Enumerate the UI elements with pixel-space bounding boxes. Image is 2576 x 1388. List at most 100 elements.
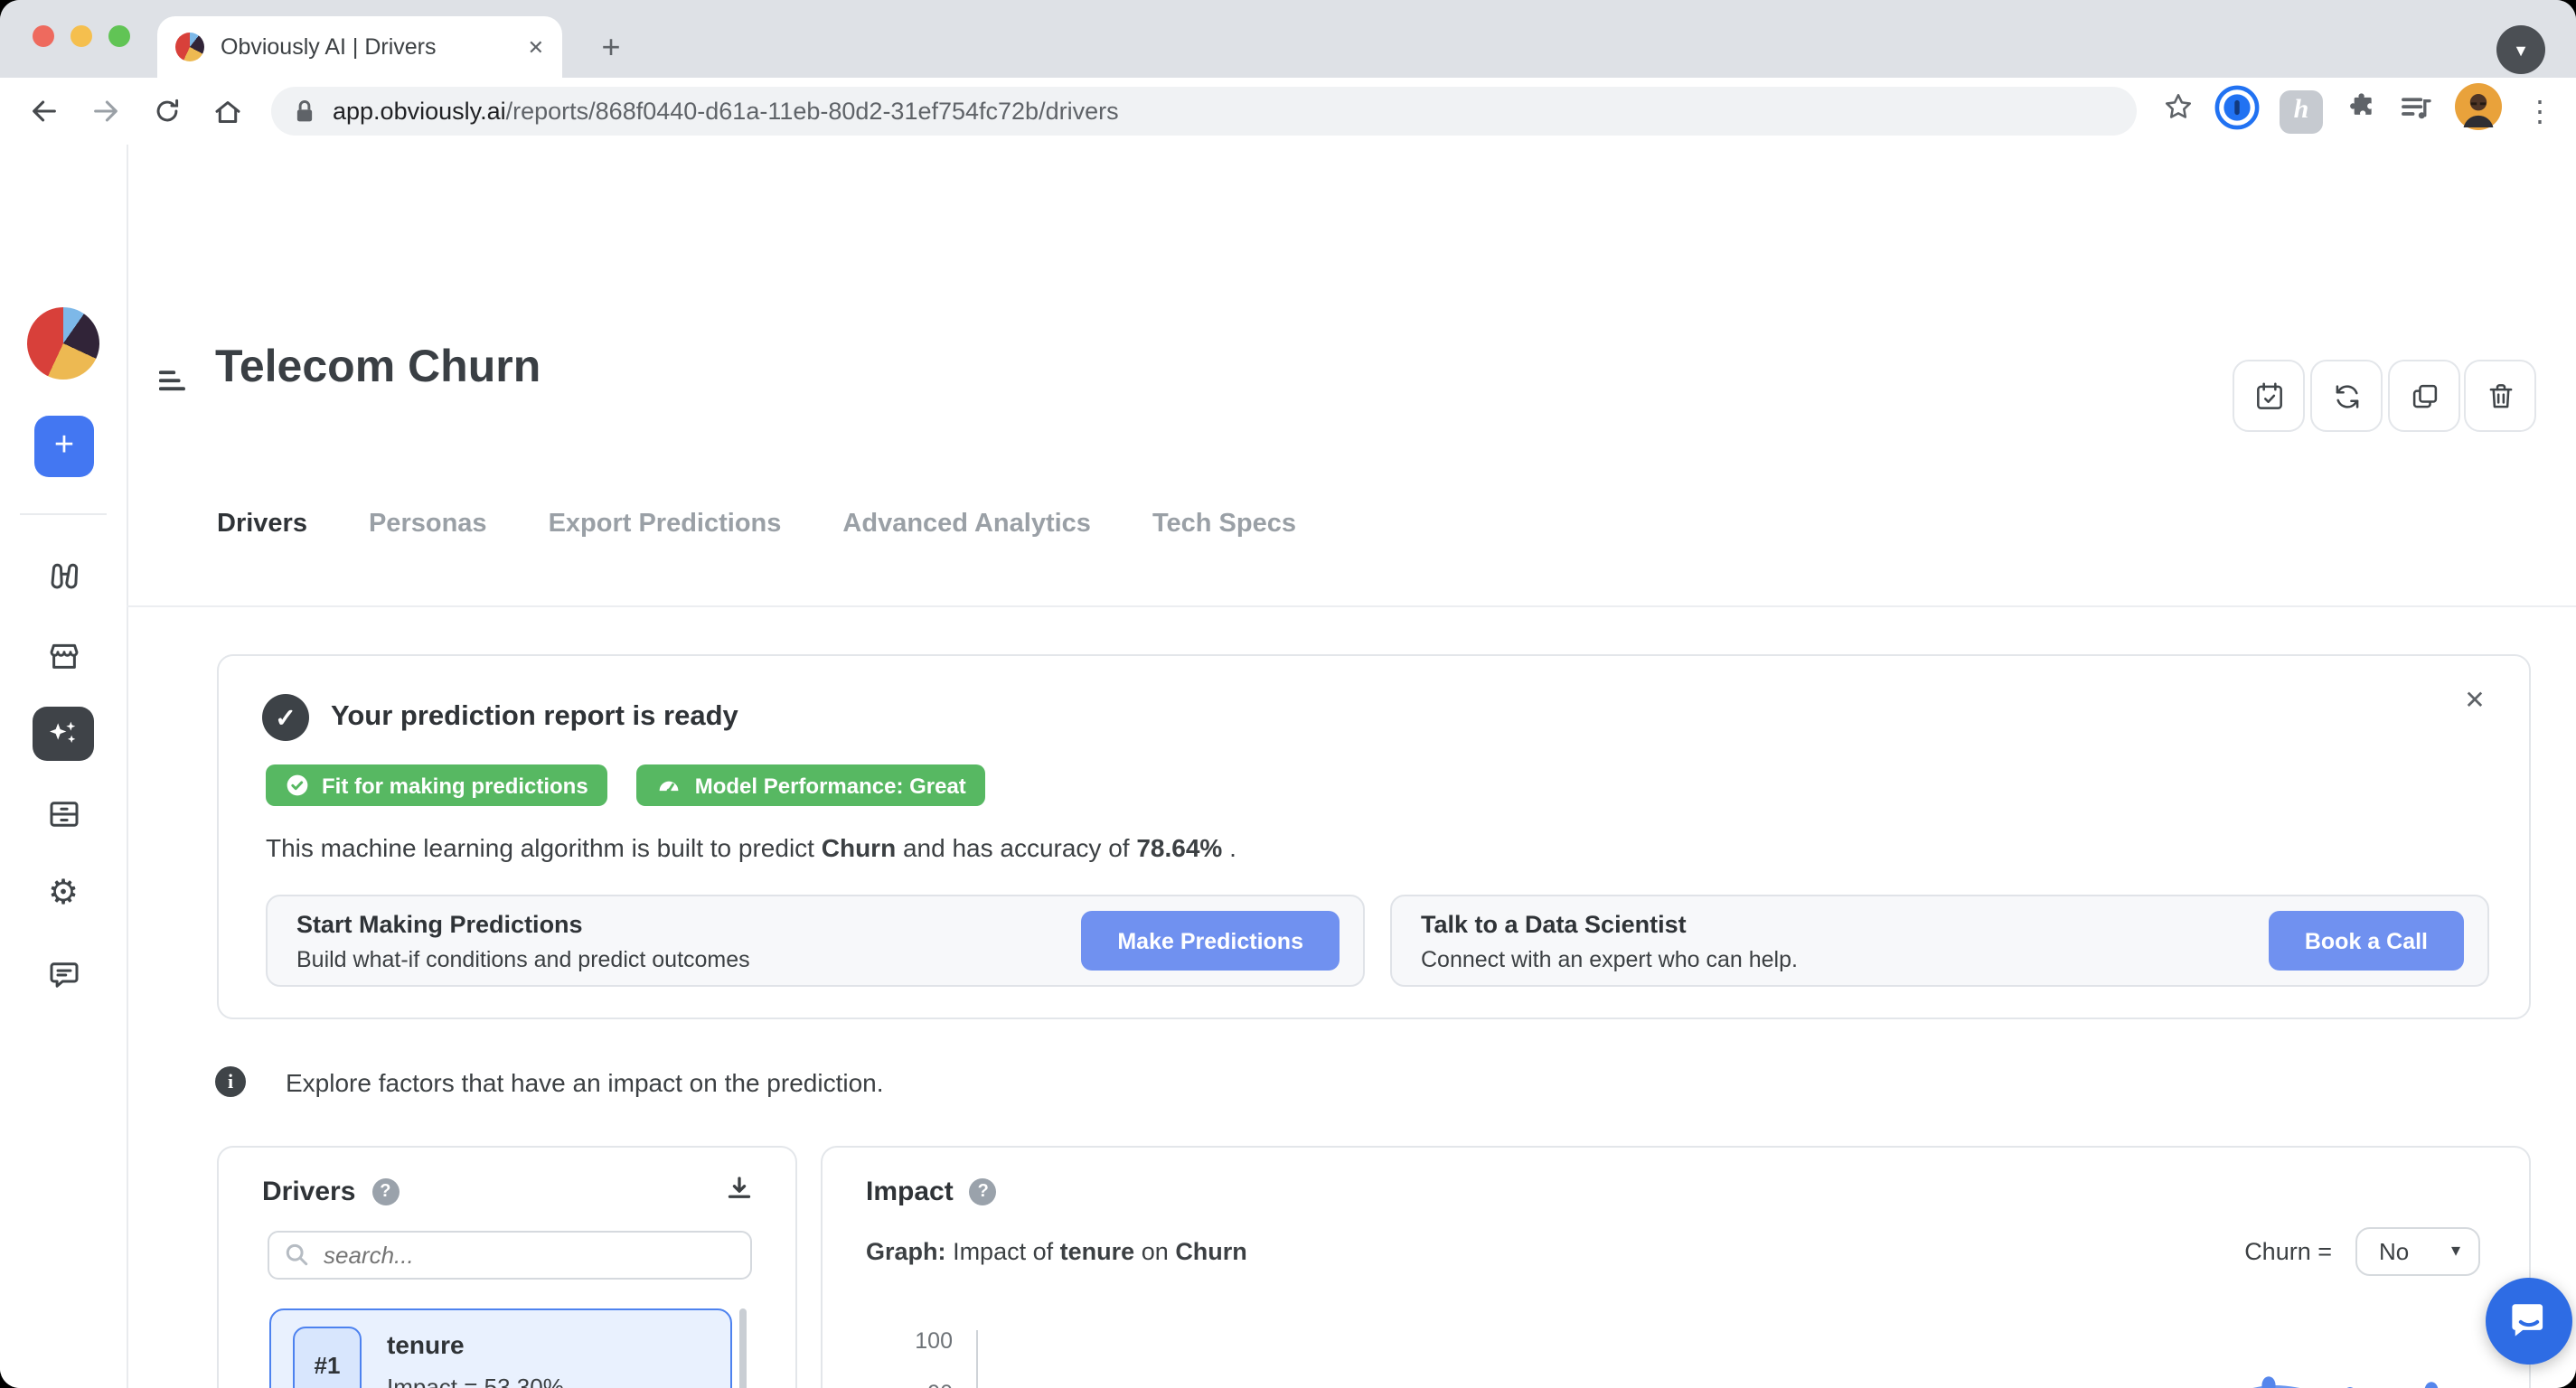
search-icon: [284, 1242, 311, 1269]
gauge-icon: [657, 774, 682, 797]
drivers-list-scrollbar[interactable]: [739, 1308, 747, 1388]
tab-close-icon[interactable]: ✕: [528, 35, 544, 59]
performance-badge-label: Model Performance: Great: [695, 773, 966, 798]
tab-strip: Obviously AI | Drivers ✕ + ▼: [0, 0, 2576, 78]
check-circle-icon: [286, 774, 309, 797]
make-predictions-card: Start Making Predictions Build what-if c…: [266, 895, 1365, 987]
tab-tech-specs[interactable]: Tech Specs: [1152, 510, 1296, 539]
browser-window: Obviously AI | Drivers ✕ + ▼ app.obvious…: [0, 0, 2576, 1388]
duplicate-button[interactable]: [2388, 360, 2460, 432]
banner-description: This machine learning algorithm is built…: [266, 833, 1236, 862]
tab-personas[interactable]: Personas: [369, 510, 487, 539]
graph-target: Churn: [1175, 1238, 1247, 1265]
chat-bubble-icon: [2509, 1299, 2549, 1343]
copy-icon: [2407, 379, 2441, 413]
honey-extension-icon[interactable]: h: [2280, 89, 2323, 133]
download-icon: [723, 1173, 756, 1205]
make-predictions-button[interactable]: Make Predictions: [1081, 911, 1340, 971]
banner-close-icon[interactable]: ✕: [2457, 681, 2493, 717]
check-circle-icon: ✓: [262, 694, 309, 741]
drivers-panel: Drivers ? #1 tenure Impact = 53.30% #2 M…: [217, 1146, 797, 1388]
info-icon: i: [215, 1066, 246, 1097]
driver-item-tenure[interactable]: #1 tenure Impact = 53.30%: [269, 1308, 732, 1388]
tab-search-caret-icon[interactable]: ▼: [2496, 25, 2545, 74]
y-tick-90: 90: [880, 1381, 953, 1388]
minimize-window-button[interactable]: [71, 25, 92, 47]
avatar[interactable]: [2455, 83, 2502, 139]
impact-panel: Impact ? Graph: Impact of tenure on Chur…: [821, 1146, 2531, 1388]
sync-icon: [2329, 379, 2364, 413]
churn-filter-label: Churn =: [2244, 1238, 2332, 1265]
calendar-check-icon: [2252, 379, 2286, 413]
url-path: /reports/868f0440-d61a-11eb-80d2-31ef754…: [506, 98, 1119, 125]
accuracy-value: 78.64%: [1136, 833, 1222, 862]
drivers-help-icon[interactable]: ?: [371, 1178, 399, 1205]
banner-title: Your prediction report is ready: [331, 701, 738, 734]
fit-badge-label: Fit for making predictions: [322, 773, 588, 798]
retrain-button[interactable]: [2310, 360, 2383, 432]
drawers-icon: [44, 794, 82, 832]
sidebar-divider: [20, 513, 107, 515]
performance-badge: Model Performance: Great: [637, 764, 986, 806]
sidebar-item-support[interactable]: [33, 947, 94, 1001]
sidebar-item-predictions[interactable]: [33, 707, 94, 761]
onepassword-extension-icon[interactable]: [2214, 84, 2260, 138]
binoculars-icon: [44, 556, 82, 594]
new-report-button[interactable]: +: [34, 416, 94, 477]
driver-name: tenure: [387, 1329, 564, 1358]
forward-button[interactable]: [80, 86, 130, 136]
impact-area-chart: [960, 1330, 2460, 1388]
target-column: Churn: [822, 833, 896, 862]
browser-tab[interactable]: Obviously AI | Drivers ✕: [157, 16, 562, 78]
sparkles-icon: [45, 716, 81, 752]
home-button[interactable]: [202, 86, 253, 136]
schedule-button[interactable]: [2233, 360, 2305, 432]
back-button[interactable]: [18, 86, 69, 136]
trash-icon: [2483, 379, 2517, 413]
book-call-button[interactable]: Book a Call: [2269, 911, 2464, 971]
obviously-ai-app: + ⚙ Telecom Churn: [0, 145, 2576, 1388]
url-bar[interactable]: app.obviously.ai/reports/868f0440-d61a-1…: [271, 87, 2137, 136]
new-tab-button[interactable]: +: [588, 23, 635, 70]
fit-badge: Fit for making predictions: [266, 764, 608, 806]
y-tick-100: 100: [880, 1328, 953, 1354]
lock-icon: [293, 98, 316, 125]
tab-title: Obviously AI | Drivers: [221, 34, 528, 60]
impact-help-icon[interactable]: ?: [970, 1178, 997, 1205]
tab-drivers[interactable]: Drivers: [217, 510, 307, 539]
browser-menu-dots-icon[interactable]: ⋮: [2522, 93, 2558, 129]
report-ready-banner: ✓ Your prediction report is ready ✕ Fit …: [217, 654, 2531, 1019]
sidebar-item-settings[interactable]: ⚙: [33, 866, 94, 920]
close-window-button[interactable]: [33, 25, 54, 47]
delete-button[interactable]: [2464, 360, 2536, 432]
header-divider: [127, 605, 2576, 607]
page-title: Telecom Churn: [215, 342, 541, 394]
gear-icon: ⚙: [48, 872, 79, 914]
intercom-chat-button[interactable]: [2486, 1278, 2572, 1365]
chat-icon: [44, 955, 82, 993]
graph-feature: tenure: [1060, 1238, 1135, 1265]
chevron-down-icon: ▾: [2451, 1242, 2460, 1261]
report-tabs: Drivers Personas Export Predictions Adva…: [217, 510, 1296, 539]
info-note-row: i Explore factors that have an impact on…: [215, 1066, 884, 1097]
sidebar-item-discover[interactable]: [33, 548, 94, 602]
extensions-puzzle-icon[interactable]: [2343, 89, 2377, 133]
browser-toolbar: app.obviously.ai/reports/868f0440-d61a-1…: [0, 78, 2576, 146]
sidebar-item-datasets[interactable]: [33, 786, 94, 840]
reports-list-toggle[interactable]: [159, 369, 192, 405]
churn-filter-select[interactable]: No ▾: [2355, 1227, 2480, 1276]
playlist-extension-icon[interactable]: [2397, 88, 2435, 135]
favicon-pie-icon: [175, 33, 204, 61]
book-call-title: Talk to a Data Scientist: [1421, 910, 2269, 937]
tab-advanced-analytics[interactable]: Advanced Analytics: [842, 510, 1091, 539]
tab-export-predictions[interactable]: Export Predictions: [549, 510, 782, 539]
drivers-panel-title: Drivers: [262, 1177, 355, 1207]
download-drivers-button[interactable]: [723, 1173, 756, 1214]
sidebar-item-marketplace[interactable]: [33, 629, 94, 683]
reload-button[interactable]: [141, 86, 192, 136]
drivers-search-input[interactable]: [268, 1231, 752, 1280]
app-sidebar: + ⚙: [0, 145, 128, 1388]
bookmark-star-icon[interactable]: [2162, 90, 2195, 132]
maximize-window-button[interactable]: [108, 25, 130, 47]
banner-badges: Fit for making predictions Model Perform…: [266, 764, 986, 806]
